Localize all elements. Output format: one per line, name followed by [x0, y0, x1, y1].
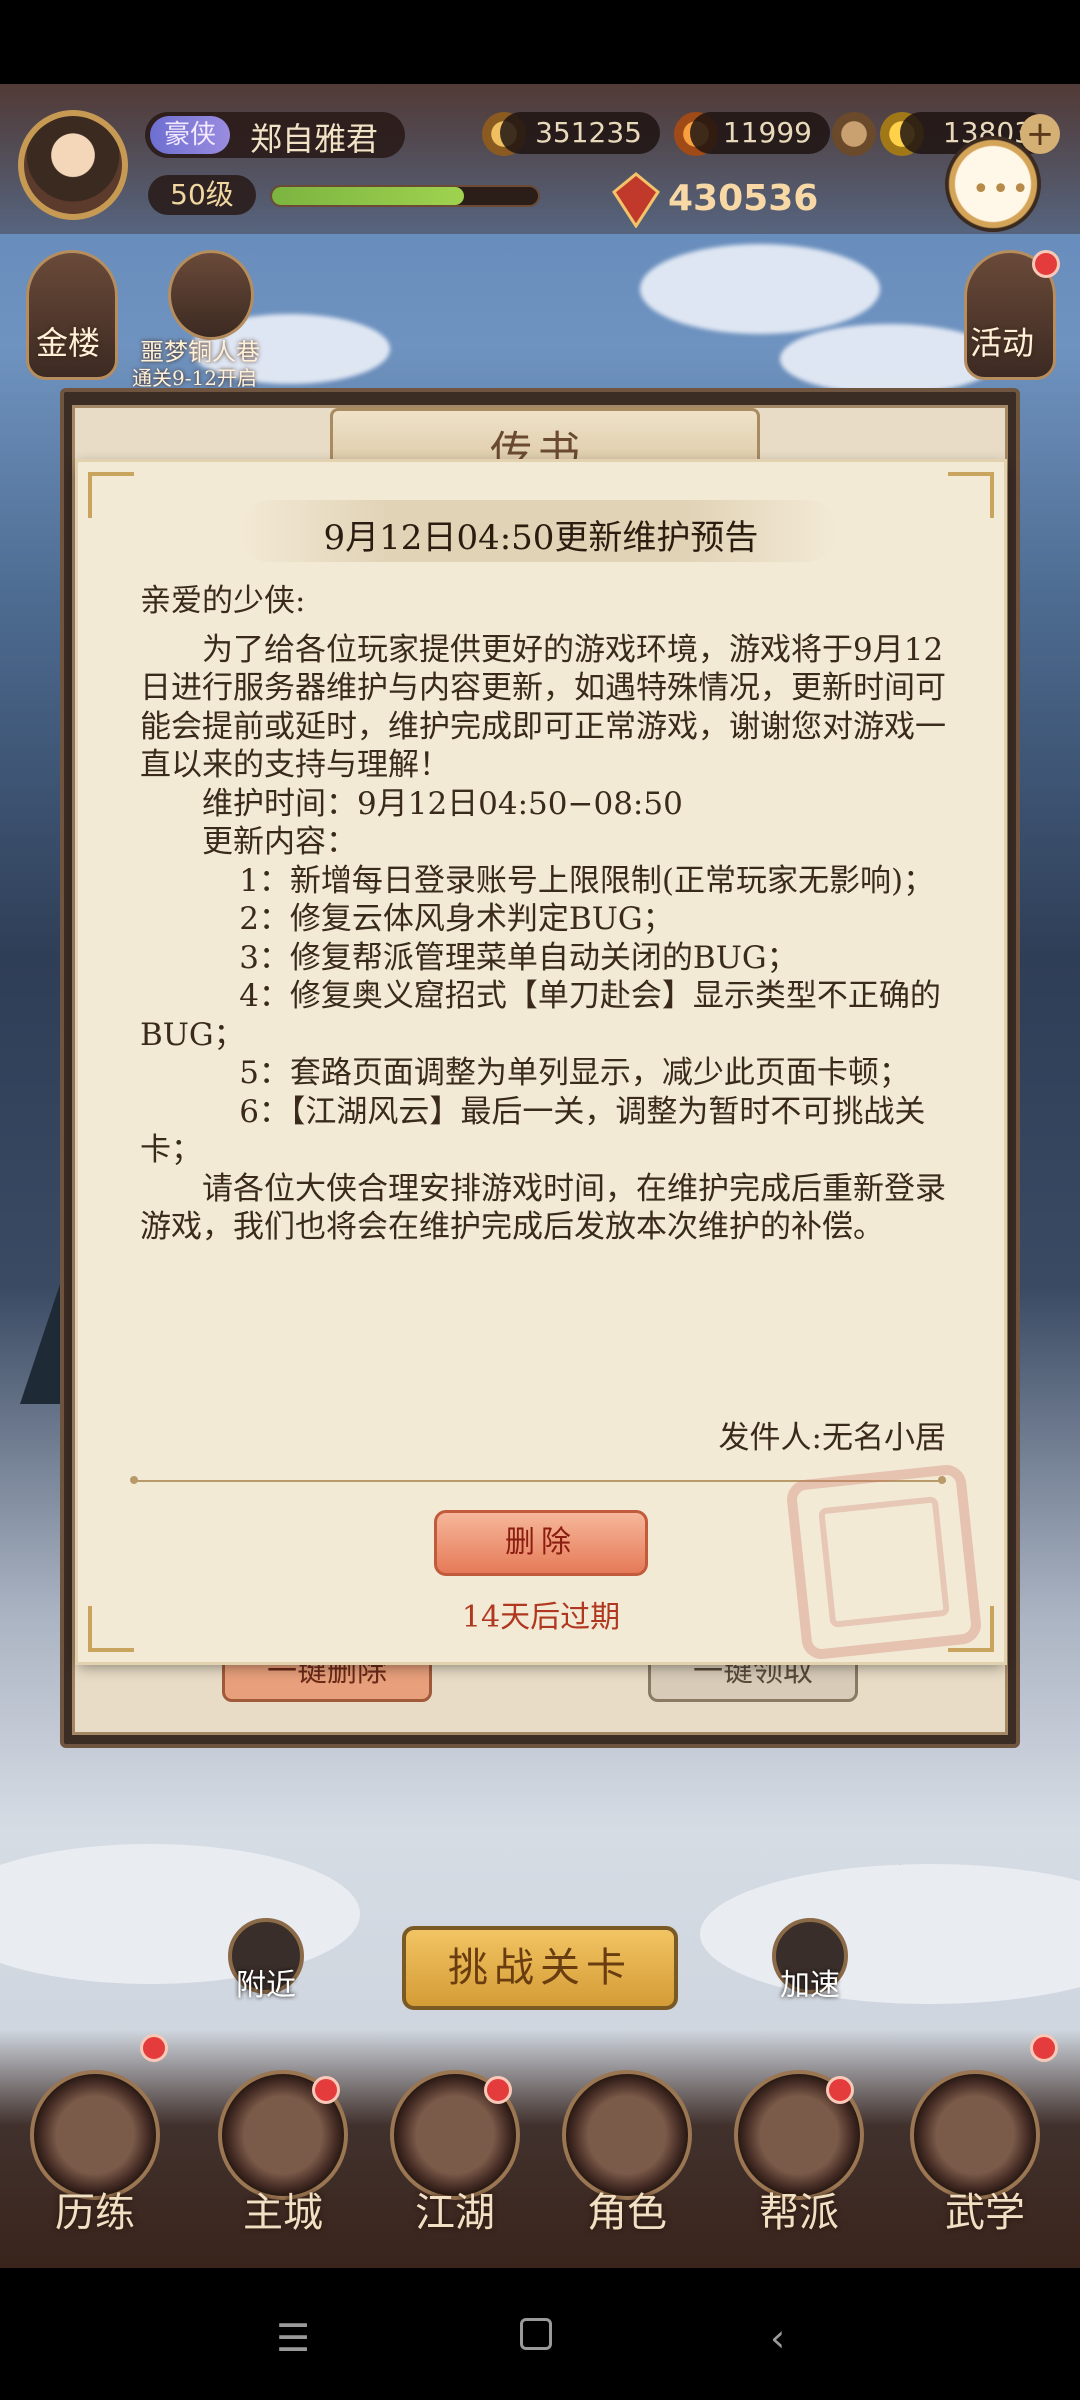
- nav-martial-arts-label: 武学: [945, 2190, 1025, 2236]
- intro-paragraph: 为了给各位玩家提供更好的游戏环境，游戏将于9月12日进行服务器维护与内容更新，如…: [140, 631, 946, 784]
- sender: 发件人:无名小居: [718, 1420, 946, 1456]
- letter-title: 9月12日04:50更新维护预告: [323, 518, 759, 558]
- update-item: 5：套路页面调整为单列显示，减少此页面卡顿；: [239, 1055, 910, 1091]
- speedup-label: 加速: [780, 1968, 840, 2003]
- menu-icon[interactable]: ☰: [276, 2316, 310, 2360]
- player-name: 郑自雅君: [250, 120, 379, 158]
- silver-icon[interactable]: [832, 112, 876, 156]
- nav-jianghu-label: 江湖: [415, 2190, 495, 2236]
- snow-mound: [700, 1864, 1080, 2004]
- delete-button[interactable]: 删除: [434, 1510, 648, 1576]
- update-item: 1：新增每日登录账号上限限制(正常玩家无影响)；: [239, 862, 935, 899]
- challenge-stage-button[interactable]: 挑战关卡: [402, 1926, 678, 2010]
- snow-mound: [0, 1844, 360, 1984]
- update-item: 3：修复帮派管理菜单自动关闭的BUG；: [239, 939, 798, 976]
- gold-tower-label: 金楼: [36, 324, 101, 362]
- greeting: 亲爱的少侠:: [140, 583, 306, 619]
- closing-paragraph: 请各位大侠合理安排游戏时间，在维护完成后重新登录游戏，我们也将会在维护完成后发放…: [140, 1170, 946, 1246]
- update-item: 4：修复奥义窟招式【单刀赴会】显示类型不正确的BUG；: [140, 978, 941, 1053]
- power-value: 430536: [668, 178, 819, 219]
- update-item: 6：【江湖风云】最后一关，调整为暂时不可挑战关卡；: [140, 1093, 926, 1169]
- nav-training-label: 历练: [55, 2190, 135, 2236]
- nav-notification-dot: [140, 2034, 168, 2062]
- nav-notification-dot: [484, 2076, 512, 2104]
- chat-icon: •••: [972, 172, 1032, 207]
- update-item: 2：修复云体风身术判定BUG；: [239, 901, 674, 937]
- back-icon[interactable]: ‹: [770, 2316, 785, 2360]
- nav-notification-dot: [826, 2076, 854, 2104]
- nearby-label: 附近: [236, 1968, 296, 2003]
- power-icon: [612, 172, 660, 228]
- add-currency-icon[interactable]: +: [1020, 114, 1060, 154]
- nav-notification-dot: [312, 2076, 340, 2104]
- title-badge: 豪侠: [150, 116, 230, 154]
- level-badge: 50级: [148, 175, 256, 215]
- activity-notification-dot: [1032, 250, 1060, 278]
- cloud: [640, 244, 880, 334]
- gem-count: 11999: [690, 112, 830, 154]
- home-icon[interactable]: [520, 2318, 552, 2350]
- nav-city-label: 主城: [243, 2190, 323, 2236]
- event-subtitle: 通关9-12开启: [132, 366, 257, 390]
- letter-modal: 9月12日04:50更新维护预告 亲爱的少侠: 为了给各位玩家提供更好的游戏环境…: [78, 462, 1004, 1662]
- event-portrait[interactable]: [168, 250, 254, 340]
- activity-label: 活动: [970, 324, 1035, 362]
- nav-guild-label: 帮派: [759, 2190, 839, 2236]
- player-avatar[interactable]: [18, 110, 128, 220]
- nav-notification-dot: [1030, 2034, 1058, 2062]
- exp-bar: [270, 185, 540, 207]
- maintenance-time: 维护时间：9月12日04:50−08:50: [202, 785, 683, 822]
- nav-character-label: 角色: [587, 2190, 667, 2236]
- exp-fill: [272, 187, 464, 205]
- letter-body: 亲爱的少侠: 为了给各位玩家提供更好的游戏环境，游戏将于9月12日进行服务器维护…: [140, 582, 946, 1247]
- update-heading: 更新内容：: [202, 824, 357, 860]
- expire-text: 14天后过期: [461, 1600, 621, 1635]
- coin-count: 351235: [500, 112, 660, 154]
